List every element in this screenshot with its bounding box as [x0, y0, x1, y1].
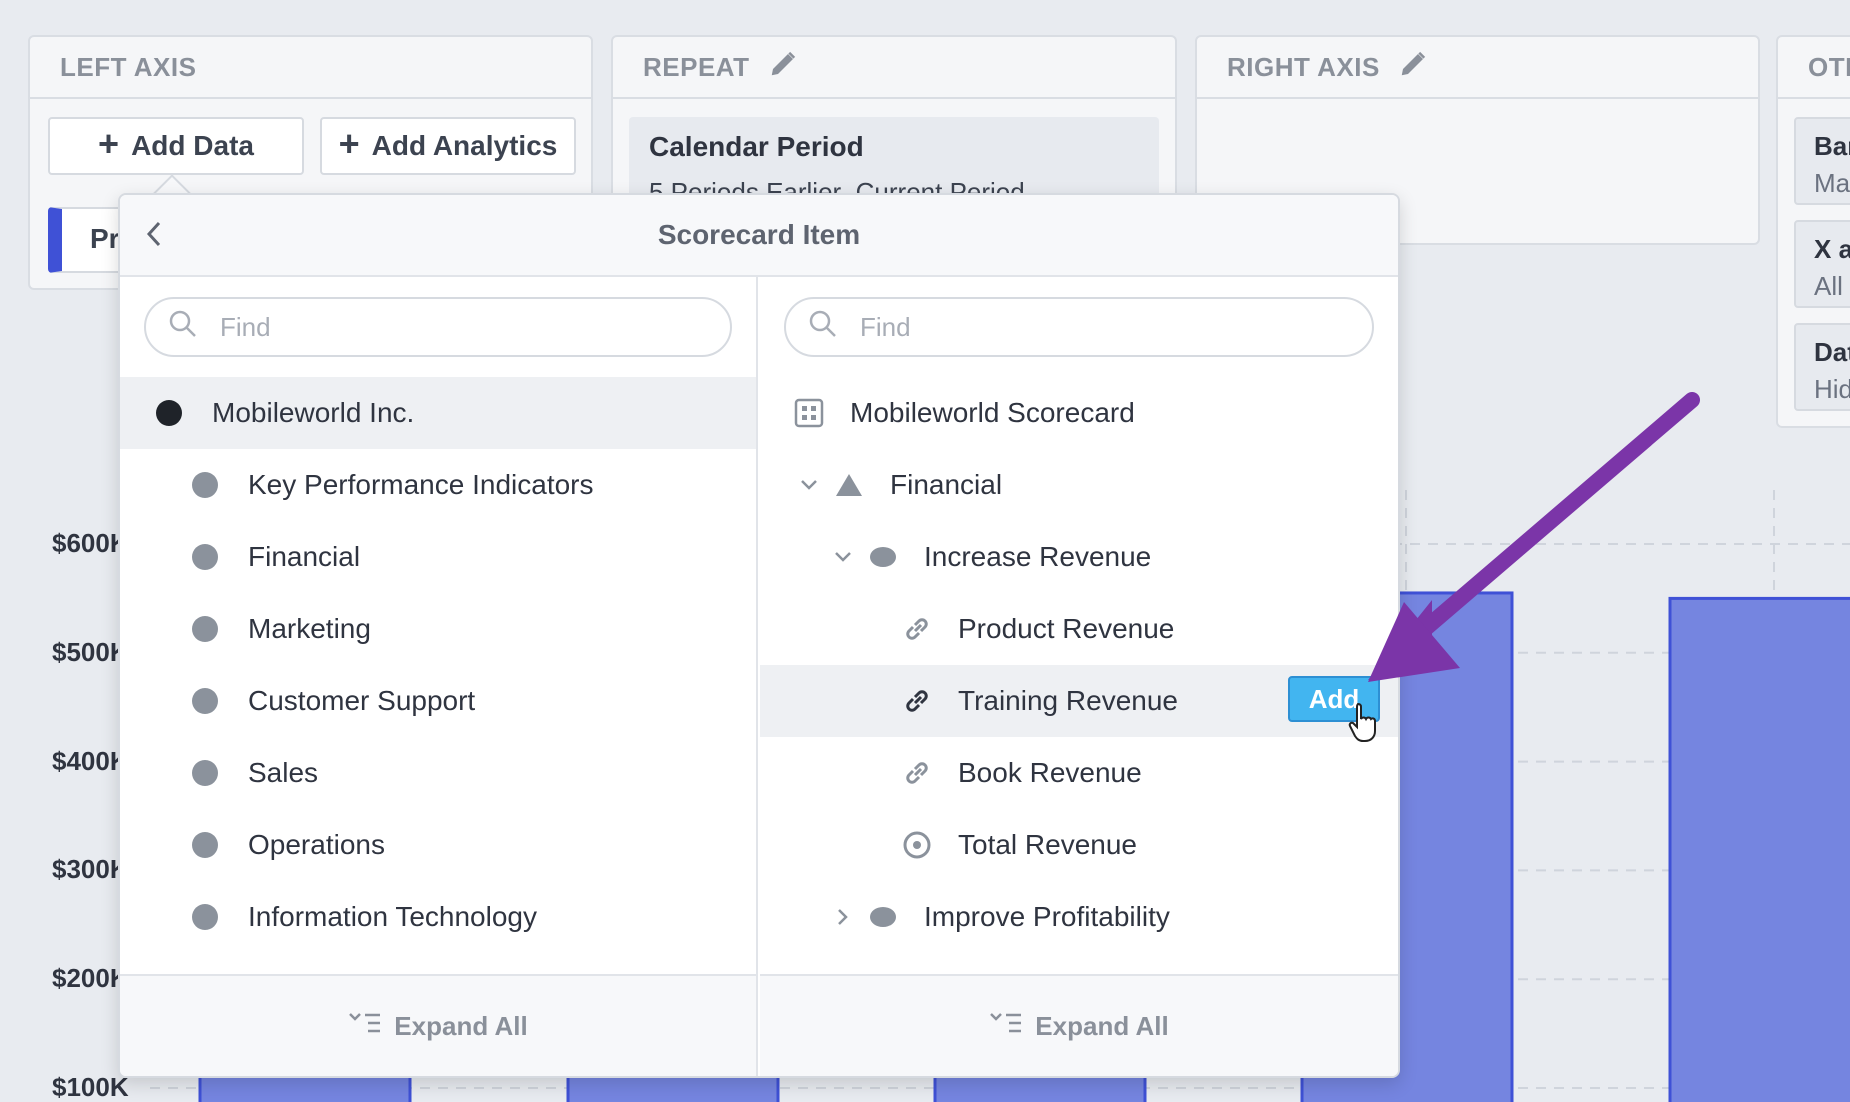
annotation-arrow: [1368, 392, 1700, 682]
